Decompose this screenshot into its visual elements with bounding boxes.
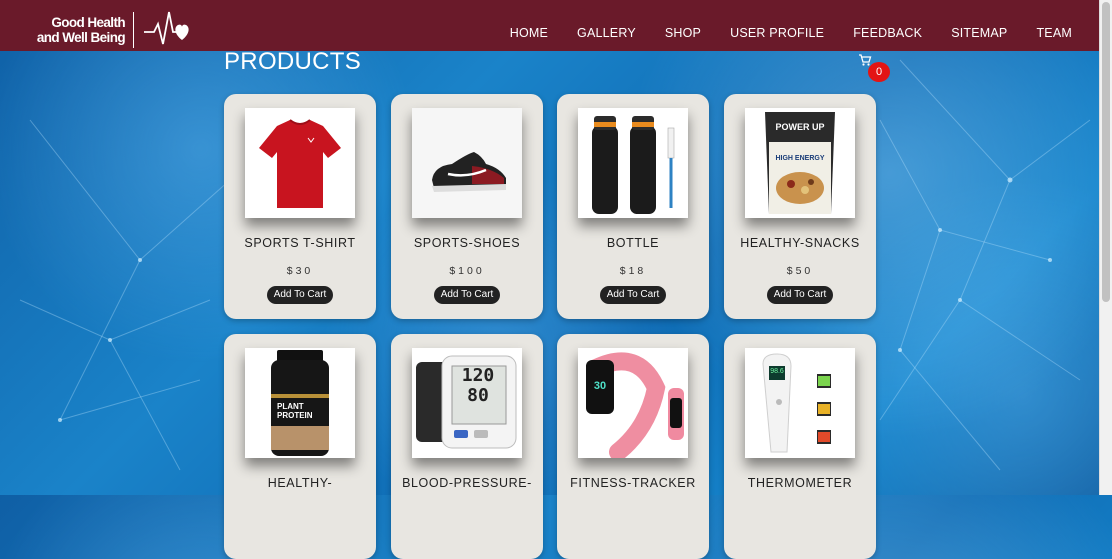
nav-user-profile[interactable]: USER PROFILE <box>730 26 824 40</box>
product-card: SPORTS T-SHIRT $30 Add To Cart <box>224 94 376 319</box>
nav-feedback[interactable]: FEEDBACK <box>853 26 922 40</box>
product-card: BOTTLE $18 Add To Cart <box>557 94 709 319</box>
product-name: FITNESS-TRACKER <box>570 476 696 490</box>
logo-text: Good Health and Well Being <box>36 15 126 45</box>
product-card: PLANT PROTEIN HEALTHY- <box>224 334 376 559</box>
product-name: SPORTS-SHOES <box>413 236 521 250</box>
page-scrollbar[interactable] <box>1099 0 1112 495</box>
add-to-cart-button[interactable]: Add To Cart <box>600 286 666 304</box>
network-background <box>19 59 1091 471</box>
bp-systolic-reading: 120 <box>461 365 495 386</box>
product-price: $30 <box>286 265 314 277</box>
product-name: HEALTHY-SNACKS <box>740 236 860 250</box>
product-price: $100 <box>449 265 485 277</box>
nav-sitemap[interactable]: SITEMAP <box>951 26 1007 40</box>
product-name: BOTTLE <box>606 236 660 250</box>
protein-label: PLANT PROTEIN <box>277 402 313 420</box>
product-card: 30 FITNESS-TRACKER <box>557 334 709 559</box>
product-card: SPORTS-SHOES $100 Add To Cart <box>391 94 543 319</box>
site-logo[interactable]: Good Health and Well Being <box>33 10 192 50</box>
product-card: HIGH ENERGY POWER UP HEALTHY-SNACKS $50 … <box>724 94 876 319</box>
protein-image: PLANT PROTEIN <box>245 348 355 458</box>
bp-monitor-image: 120 80 <box>412 348 522 458</box>
shoes-image <box>412 108 522 218</box>
tracker-reading: 30 <box>593 380 607 392</box>
page-title: PRODUCTS <box>224 48 362 75</box>
product-name: BLOOD-PRESSURE- <box>402 476 532 490</box>
bp-diastolic-reading: 80 <box>467 385 489 406</box>
product-name: THERMOMETER <box>747 476 853 490</box>
product-price: $50 <box>786 265 814 277</box>
fitness-tracker-image: 30 <box>578 348 688 458</box>
nav-shop[interactable]: SHOP <box>665 26 701 40</box>
thermometer-reading: 98.6 <box>770 368 784 375</box>
nav-home[interactable]: HOME <box>510 26 548 40</box>
main-nav: HOME GALLERY SHOP USER PROFILE FEEDBACK … <box>481 26 1072 40</box>
snack-label: HIGH ENERGY <box>775 155 824 162</box>
bottle-image <box>578 108 688 218</box>
add-to-cart-button[interactable]: Add To Cart <box>767 286 833 304</box>
heartbeat-heart-icon <box>144 11 189 45</box>
logo-divider <box>133 12 134 48</box>
nav-team[interactable]: TEAM <box>1036 26 1072 40</box>
product-name: SPORTS T-SHIRT <box>244 236 356 250</box>
snacks-image: HIGH ENERGY POWER UP <box>745 108 855 218</box>
thermometer-image: 98.6 <box>745 348 855 458</box>
tshirt-image <box>245 108 355 218</box>
product-name: HEALTHY- <box>267 476 333 490</box>
add-to-cart-button[interactable]: Add To Cart <box>434 286 500 304</box>
scrollbar-thumb[interactable] <box>1102 2 1110 302</box>
cart-count-badge: 0 <box>868 62 890 82</box>
top-navbar: Good Health and Well Being HOME GALLERY … <box>0 0 1100 51</box>
nav-gallery[interactable]: GALLERY <box>577 26 636 40</box>
product-card: 120 80 BLOOD-PRESSURE- <box>391 334 543 559</box>
snack-brand: POWER UP <box>775 122 825 132</box>
product-card: 98.6 THERMOMETER <box>724 334 876 559</box>
add-to-cart-button[interactable]: Add To Cart <box>267 286 333 304</box>
product-price: $18 <box>619 265 647 277</box>
